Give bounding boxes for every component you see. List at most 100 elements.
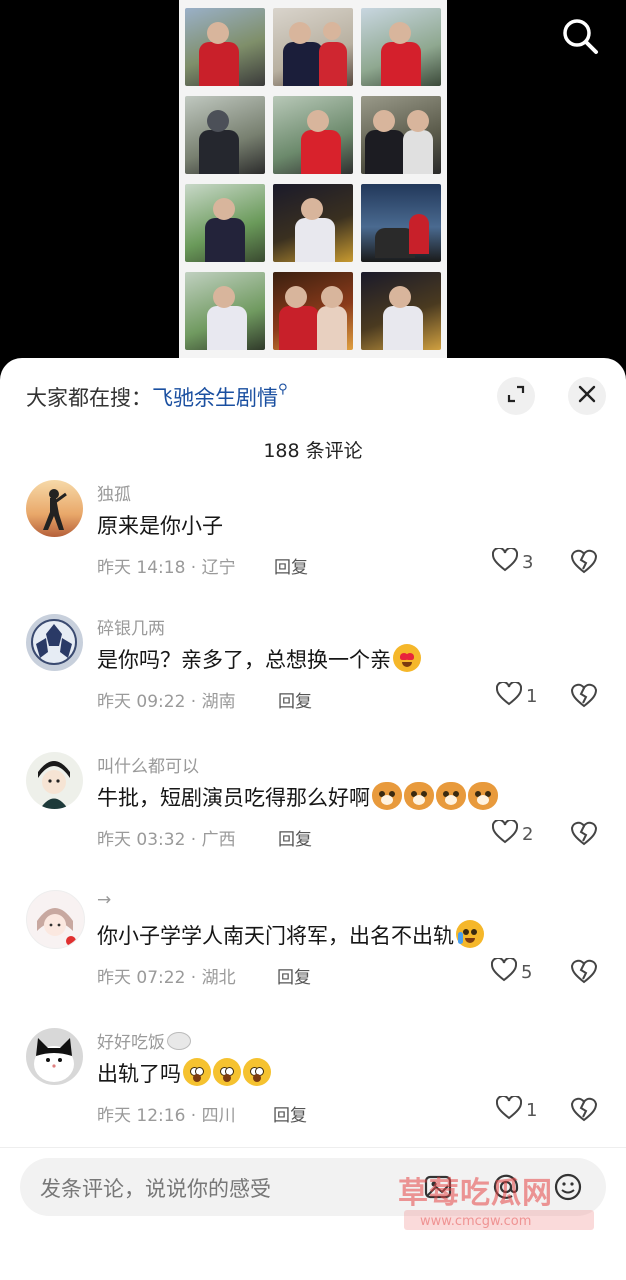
heart-icon [491, 546, 519, 577]
avatar[interactable] [26, 890, 85, 949]
comment-item: 好好吃饭 出轨了吗 昨天 12:16 · 四川 回复 1 [0, 1028, 626, 1158]
comment-item: → 你小子学学人南天门将军，出名不出轨 昨天 07:22 · 湖北 回复 5 [0, 890, 626, 1020]
dog-emoji [468, 782, 498, 810]
comment-body: 是你吗？亲多了，总想换一个亲 [97, 648, 391, 672]
broken-heart-icon [570, 1097, 598, 1126]
collage-thumb [273, 8, 353, 86]
rice-bowl-icon [167, 1032, 191, 1050]
comment-meta: 昨天 14:18 · 辽宁 [97, 558, 236, 578]
reply-button[interactable]: 回复 [278, 825, 312, 850]
comment-meta: 昨天 03:32 · 广西 [97, 830, 236, 850]
collage-thumb [185, 96, 265, 174]
flushed-emoji [243, 1058, 271, 1086]
dislike-button[interactable] [570, 548, 598, 578]
search-icon[interactable] [556, 12, 604, 60]
collage-thumb [273, 184, 353, 262]
expand-icon [505, 383, 527, 409]
like-button[interactable]: 1 [495, 680, 538, 711]
dislike-button[interactable] [570, 958, 598, 988]
expand-button[interactable] [497, 377, 535, 415]
collage-thumb [185, 272, 265, 350]
comment-meta: 昨天 07:22 · 湖北 [97, 968, 236, 988]
avatar[interactable] [26, 752, 83, 809]
collage-thumb [361, 8, 441, 86]
comment-meta: 昨天 09:22 · 湖南 [97, 692, 236, 712]
search-keyword-link[interactable]: 飞驰余生剧情 [152, 386, 278, 410]
dog-emoji [436, 782, 466, 810]
collage-thumb [273, 96, 353, 174]
dog-emoji [372, 782, 402, 810]
dog-emoji [404, 782, 434, 810]
username[interactable]: → [97, 890, 111, 910]
close-icon [577, 384, 597, 408]
comment-meta: 昨天 12:16 · 四川 [97, 1106, 236, 1126]
broken-heart-icon [570, 821, 598, 850]
heart-icon [490, 956, 518, 987]
dislike-button[interactable] [570, 682, 598, 712]
collage-thumb [361, 96, 441, 174]
username[interactable]: 碎银几两 [97, 614, 165, 639]
username[interactable]: 叫什么都可以 [97, 752, 199, 777]
comment-text: 是你吗？亲多了，总想换一个亲 [97, 644, 421, 674]
comment-body: 原来是你小子 [97, 514, 223, 538]
comment-input-placeholder: 发条评论，说说你的感受 [40, 1177, 271, 1201]
comment-body: 出轨了吗 [97, 1062, 181, 1086]
comment-body: 你小子学学人南天门将军，出名不出轨 [97, 924, 454, 948]
comment-sheet: 大家都在搜：飞驰余生剧情⚲ 188 条评论 独孤 原来是你小子 昨天 14:18… [0, 358, 626, 1280]
collage-thumb [361, 272, 441, 350]
username-with-badge: 好好吃饭 [97, 1028, 191, 1053]
heart-icon [495, 680, 523, 711]
collage-thumb [185, 8, 265, 86]
comment-text: 牛批，短剧演员吃得那么好啊 [97, 782, 498, 812]
like-count: 3 [522, 552, 534, 573]
comment-count: 188 条评论 [263, 440, 363, 462]
reply-button[interactable]: 回复 [278, 687, 312, 712]
reply-button[interactable]: 回复 [274, 553, 308, 578]
search-prefix: 大家都在搜： [26, 386, 152, 410]
broken-heart-icon [570, 683, 598, 712]
reply-button[interactable]: 回复 [273, 1101, 307, 1126]
like-button[interactable]: 3 [491, 546, 534, 577]
laugh-cry-emoji [456, 920, 484, 948]
comment-body: 牛批，短剧演员吃得那么好啊 [97, 786, 370, 810]
like-button[interactable]: 2 [491, 818, 534, 849]
close-button[interactable] [568, 377, 606, 415]
like-button[interactable]: 5 [490, 956, 533, 987]
dislike-button[interactable] [570, 820, 598, 850]
flushed-emoji [213, 1058, 241, 1086]
comment-item: 碎银几两 是你吗？亲多了，总想换一个亲 昨天 09:22 · 湖南 回复 1 [0, 614, 626, 744]
collage-thumb [185, 184, 265, 262]
username[interactable]: 独孤 [97, 480, 131, 505]
username[interactable]: 好好吃饭 [97, 1033, 165, 1053]
avatar[interactable] [26, 614, 83, 671]
comment-item: 叫什么都可以 牛批，短剧演员吃得那么好啊 昨天 03:32 · 广西 回复 2 [0, 752, 626, 882]
divider [0, 1147, 626, 1148]
watermark-text: 草莓吃瓜网 [398, 1176, 553, 1211]
video-player[interactable] [0, 0, 626, 380]
comment-text: 你小子学学人南天门将军，出名不出轨 [97, 920, 484, 950]
broken-heart-icon [570, 549, 598, 578]
emoji-icon[interactable] [552, 1171, 584, 1203]
like-count: 1 [526, 1100, 538, 1121]
avatar[interactable] [26, 480, 83, 537]
comment-text: 出轨了吗 [97, 1058, 271, 1088]
like-count: 2 [522, 824, 534, 845]
broken-heart-icon [570, 959, 598, 988]
search-suggestion[interactable]: 大家都在搜：飞驰余生剧情⚲ [26, 382, 288, 412]
collage-thumb [361, 184, 441, 262]
like-count: 5 [521, 962, 533, 983]
reply-button[interactable]: 回复 [277, 963, 311, 988]
heart-eyes-emoji [393, 644, 421, 672]
watermark-url: www.cmcgw.com [420, 1214, 532, 1229]
dislike-button[interactable] [570, 1096, 598, 1126]
heart-icon [495, 1094, 523, 1125]
like-button[interactable]: 1 [495, 1094, 538, 1125]
comment-item: 独孤 原来是你小子 昨天 14:18 · 辽宁 回复 3 [0, 480, 626, 610]
avatar[interactable] [26, 1028, 83, 1085]
photo-collage [179, 0, 447, 372]
flushed-emoji [183, 1058, 211, 1086]
collage-thumb [273, 272, 353, 350]
search-small-icon: ⚲ [278, 382, 288, 397]
like-count: 1 [526, 686, 538, 707]
comment-text: 原来是你小子 [97, 510, 223, 540]
